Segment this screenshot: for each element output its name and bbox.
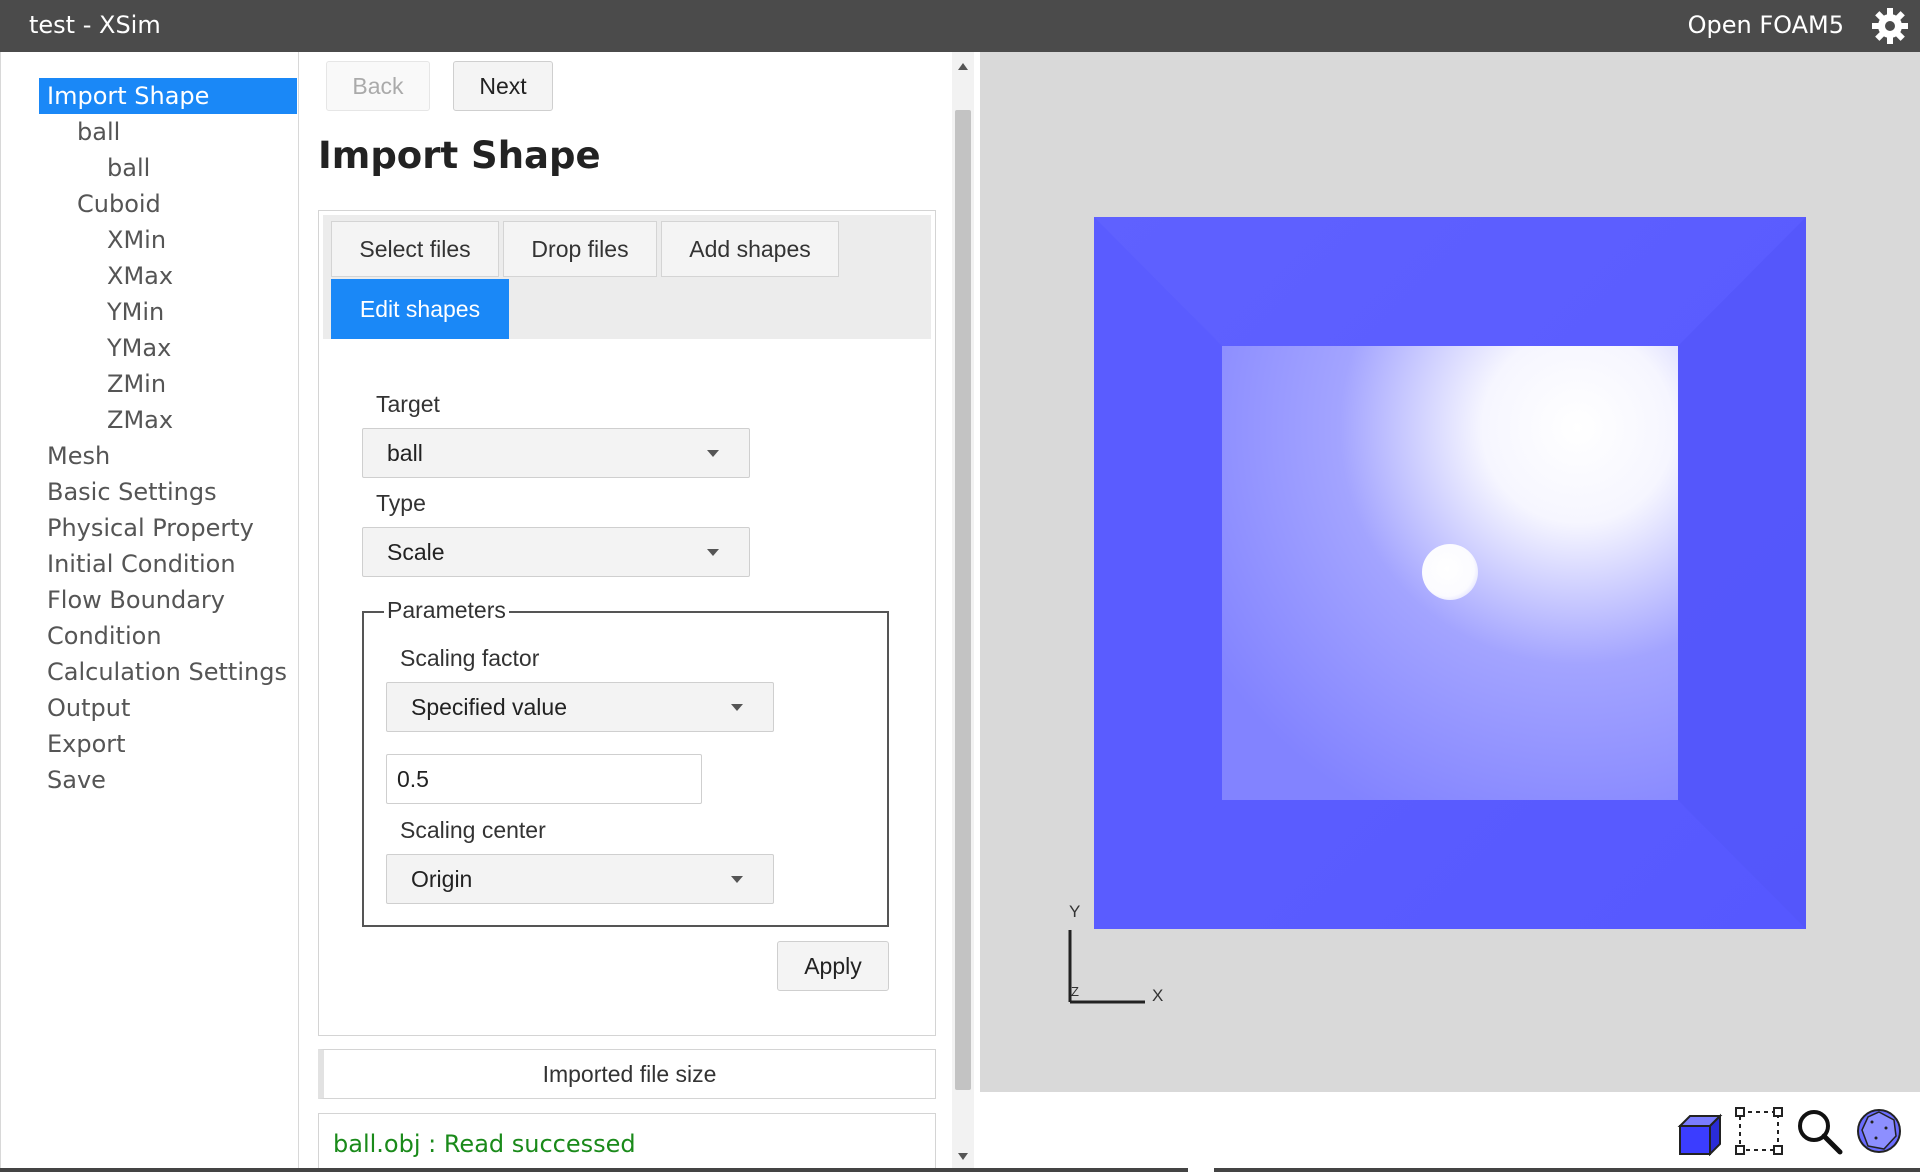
scroll-up-icon[interactable] xyxy=(958,63,968,70)
nav-item-ymax[interactable]: YMax xyxy=(107,330,171,366)
target-label: Target xyxy=(376,391,440,417)
nav-item-ymin[interactable]: YMin xyxy=(107,294,164,330)
fit-selection-icon[interactable] xyxy=(1734,1106,1784,1156)
nav-item-flow-boundary[interactable]: Flow Boundary xyxy=(47,582,225,618)
scaling-factor-label: Scaling factor xyxy=(400,645,540,671)
back-button[interactable]: Back xyxy=(326,61,430,111)
nav-item-output[interactable]: Output xyxy=(47,690,130,726)
nav-item-zmin[interactable]: ZMin xyxy=(107,366,166,402)
type-select-value: Scale xyxy=(387,539,445,565)
scaling-factor-input[interactable]: 0.5 xyxy=(386,754,702,804)
model-render[interactable] xyxy=(980,52,1920,1092)
apply-button[interactable]: Apply xyxy=(777,941,889,991)
target-select-value: ball xyxy=(387,440,423,466)
page-title: Import Shape xyxy=(318,134,601,177)
nav-item-mesh[interactable]: Mesh xyxy=(47,438,110,474)
import-log-line: ball.obj : Read successed xyxy=(333,1130,636,1158)
bottom-edge-line xyxy=(0,1168,1188,1172)
solver-label: Open FOAM5 xyxy=(1687,11,1844,39)
scaling-factor-select[interactable]: Specified value xyxy=(386,682,774,732)
bottom-edge-line xyxy=(1214,1168,1920,1172)
nav-item-export[interactable]: Export xyxy=(47,726,126,762)
nav-item-basic-settings[interactable]: Basic Settings xyxy=(47,474,217,510)
scaling-factor-select-value: Specified value xyxy=(411,694,567,720)
tab-select-files[interactable]: Select files xyxy=(331,221,499,277)
sphere-view-icon[interactable] xyxy=(1854,1106,1904,1156)
nav-item-initial-condition[interactable]: Initial Condition xyxy=(47,546,236,582)
scroll-down-icon[interactable] xyxy=(958,1153,968,1160)
tab-add-shapes[interactable]: Add shapes xyxy=(661,221,839,277)
target-select[interactable]: ball xyxy=(362,428,750,478)
title-bar: test - XSim Open FOAM5 xyxy=(0,0,1920,52)
scroll-thumb[interactable] xyxy=(955,110,971,1090)
view-toolbar xyxy=(980,1092,1920,1172)
type-label: Type xyxy=(376,490,426,516)
panel-scrollbar[interactable] xyxy=(952,52,974,1172)
window-title: test - XSim xyxy=(29,11,161,39)
scaling-center-select[interactable]: Origin xyxy=(386,854,774,904)
chevron-down-icon xyxy=(707,549,719,556)
ball-shape xyxy=(1422,544,1478,600)
nav-item-cuboid[interactable]: Cuboid xyxy=(77,186,161,222)
import-log-panel: ball.obj : Read successed xyxy=(318,1113,936,1172)
nav-item-save[interactable]: Save xyxy=(47,762,106,798)
import-shape-card: Select files Drop files Add shapes Edit … xyxy=(318,210,936,1036)
x-axis-label: X xyxy=(1152,986,1164,1005)
nav-item-xmax[interactable]: XMax xyxy=(107,258,173,294)
tab-drop-files[interactable]: Drop files xyxy=(503,221,657,277)
nav-item-zmax[interactable]: ZMax xyxy=(107,402,173,438)
nav-item-import-shape[interactable]: Import Shape xyxy=(39,78,297,114)
type-select[interactable]: Scale xyxy=(362,527,750,577)
cube-view-icon[interactable] xyxy=(1674,1106,1724,1156)
y-axis-label: Y xyxy=(1069,902,1081,921)
chevron-down-icon xyxy=(731,876,743,883)
nav-item-physical-property[interactable]: Physical Property xyxy=(47,510,254,546)
zoom-icon[interactable] xyxy=(1794,1106,1844,1156)
gear-icon[interactable] xyxy=(1870,6,1910,46)
3d-viewport[interactable]: Y X Z xyxy=(980,52,1920,1092)
nav-item-ball[interactable]: ball xyxy=(107,150,150,186)
scaling-center-label: Scaling center xyxy=(400,817,546,843)
tab-bar: Select files Drop files Add shapes Edit … xyxy=(323,215,931,339)
nav-item-ball-group[interactable]: ball xyxy=(77,114,120,150)
parameters-legend: Parameters xyxy=(384,597,509,624)
settings-panel: Back Next Import Shape Select files Drop… xyxy=(300,52,978,1172)
next-button[interactable]: Next xyxy=(453,61,553,111)
nav-item-condition[interactable]: Condition xyxy=(47,618,162,654)
chevron-down-icon xyxy=(707,450,719,457)
step-navigation: Import Shape ball ball Cuboid XMin XMax … xyxy=(0,52,299,1172)
nav-item-xmin[interactable]: XMin xyxy=(107,222,166,258)
parameters-group: Parameters Scaling factor Specified valu… xyxy=(362,597,889,927)
scaling-center-select-value: Origin xyxy=(411,866,473,892)
nav-item-calculation-settings[interactable]: Calculation Settings xyxy=(47,654,287,690)
z-axis-label: Z xyxy=(1071,984,1079,999)
imported-file-size-header[interactable]: Imported file size xyxy=(318,1049,936,1099)
tab-edit-shapes[interactable]: Edit shapes xyxy=(331,279,509,339)
chevron-down-icon xyxy=(731,704,743,711)
